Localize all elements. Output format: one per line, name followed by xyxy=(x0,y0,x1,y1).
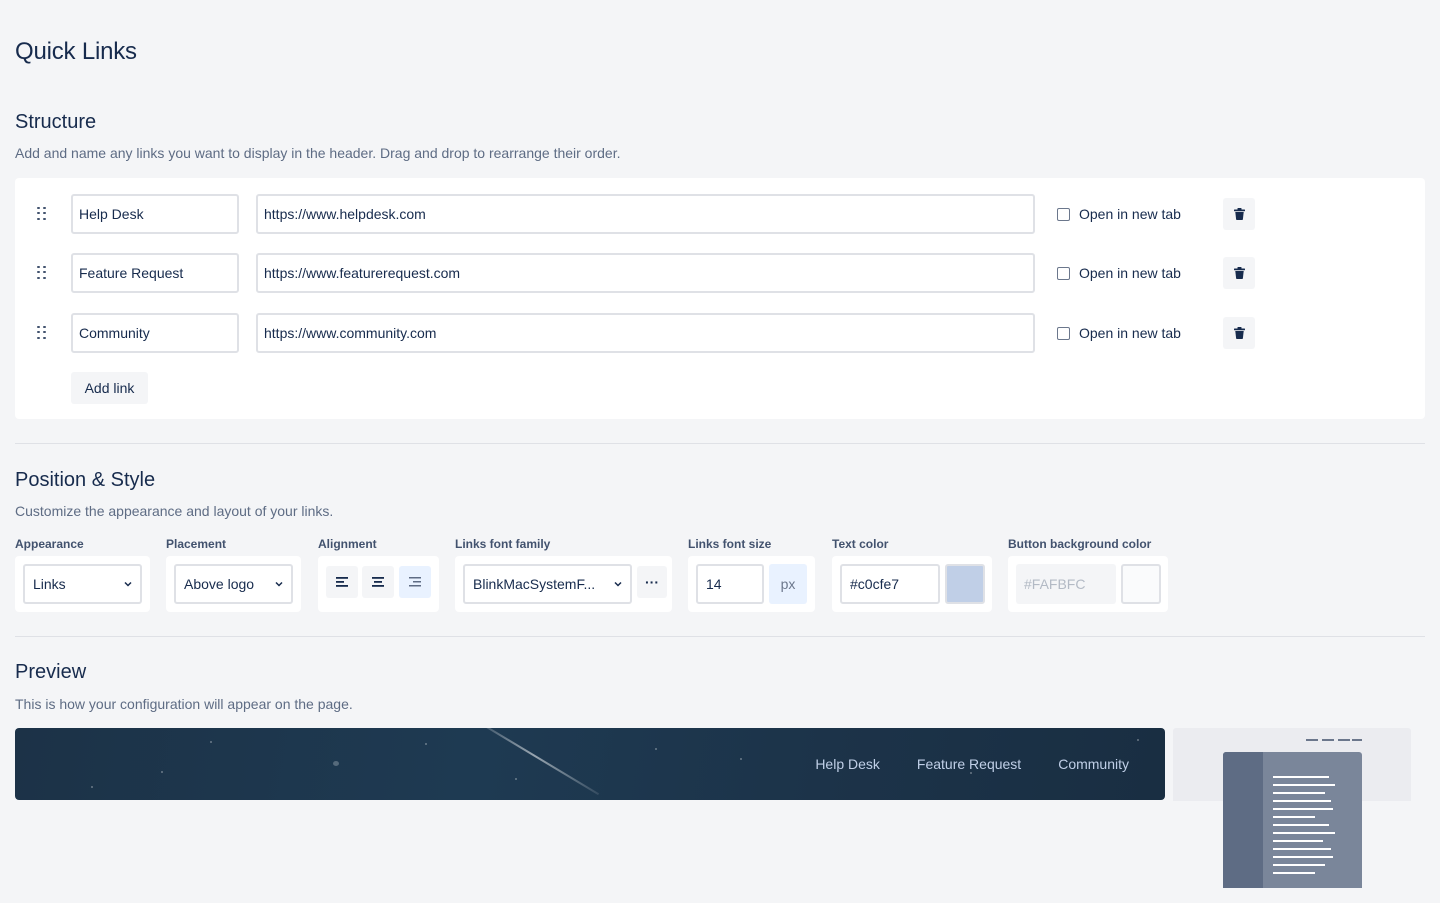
placement-select[interactable]: Above logo xyxy=(174,564,293,604)
text-color-swatch[interactable] xyxy=(945,564,985,604)
open-new-tab-label: Open in new tab xyxy=(1079,206,1181,222)
preview-link-help-desk[interactable]: Help Desk xyxy=(815,756,880,772)
link-row: Feature Request https://www.featurereque… xyxy=(15,253,1425,293)
delete-link-button[interactable] xyxy=(1223,317,1255,349)
open-new-tab-toggle[interactable]: Open in new tab xyxy=(1057,204,1181,224)
align-center-icon xyxy=(372,577,384,587)
font-size-label: Links font size xyxy=(688,537,772,551)
open-new-tab-checkbox[interactable] xyxy=(1057,326,1070,340)
align-right-button[interactable] xyxy=(399,566,431,598)
button-bg-input[interactable]: #FAFBFC xyxy=(1016,564,1116,604)
font-size-card: 14 px xyxy=(688,556,815,612)
font-family-select[interactable]: BlinkMacSystemF... xyxy=(463,564,632,604)
text-color-card: #c0cfe7 xyxy=(832,556,992,612)
placement-card: Above logo xyxy=(166,556,301,612)
structure-title: Structure xyxy=(15,111,97,133)
align-left-icon xyxy=(336,577,348,587)
chevron-down-icon xyxy=(124,581,132,587)
section-divider xyxy=(15,443,1425,444)
style-title: Position & Style xyxy=(15,469,156,491)
drag-handle-icon[interactable] xyxy=(37,207,49,221)
open-new-tab-checkbox[interactable] xyxy=(1057,207,1070,221)
alignment-label: Alignment xyxy=(318,537,377,551)
preview-link-community[interactable]: Community xyxy=(1058,756,1129,772)
button-bg-label: Button background color xyxy=(1008,537,1152,551)
font-family-label: Links font family xyxy=(455,537,551,551)
text-color-value: #c0cfe7 xyxy=(850,576,900,592)
link-name-input[interactable]: Community xyxy=(71,313,239,353)
drag-handle-icon[interactable] xyxy=(37,326,49,340)
font-size-input[interactable]: 14 xyxy=(696,564,764,604)
appearance-value: Links xyxy=(33,576,66,592)
layout-thumbnail xyxy=(1173,728,1411,888)
link-url-input[interactable]: https://www.helpdesk.com xyxy=(256,194,1035,234)
open-new-tab-label: Open in new tab xyxy=(1079,265,1181,281)
more-options-button[interactable]: ··· xyxy=(637,566,667,598)
align-right-icon xyxy=(409,577,421,587)
trash-icon xyxy=(1233,267,1245,279)
page-title: Quick Links xyxy=(15,38,137,65)
appearance-label: Appearance xyxy=(15,537,84,551)
placement-label: Placement xyxy=(166,537,227,551)
drag-handle-icon[interactable] xyxy=(37,266,49,280)
font-family-card: BlinkMacSystemF... ··· xyxy=(455,556,672,612)
section-divider xyxy=(15,636,1425,637)
open-new-tab-checkbox[interactable] xyxy=(1057,266,1070,280)
button-bg-swatch[interactable] xyxy=(1121,564,1161,604)
delete-link-button[interactable] xyxy=(1223,257,1255,289)
delete-link-button[interactable] xyxy=(1223,198,1255,230)
open-new-tab-toggle[interactable]: Open in new tab xyxy=(1057,323,1181,343)
trash-icon xyxy=(1233,208,1245,220)
structure-card: Help Desk https://www.helpdesk.com Open … xyxy=(15,178,1425,419)
chevron-down-icon xyxy=(275,581,283,587)
chevron-down-icon xyxy=(614,581,622,587)
appearance-select[interactable]: Links xyxy=(23,564,142,604)
font-size-unit: px xyxy=(769,564,807,604)
font-family-value: BlinkMacSystemF... xyxy=(473,576,596,592)
preview-description: This is how your configuration will appe… xyxy=(15,696,353,712)
preview-link-feature-request[interactable]: Feature Request xyxy=(917,756,1021,772)
structure-description: Add and name any links you want to displ… xyxy=(15,145,621,161)
meteor-decoration xyxy=(469,728,600,796)
align-left-button[interactable] xyxy=(326,566,358,598)
link-name-input[interactable]: Help Desk xyxy=(71,194,239,234)
style-description: Customize the appearance and layout of y… xyxy=(15,503,334,519)
text-color-label: Text color xyxy=(832,537,889,551)
appearance-card: Links xyxy=(15,556,150,612)
align-center-button[interactable] xyxy=(362,566,394,598)
document-icon xyxy=(1223,752,1362,888)
link-url-input[interactable]: https://www.community.com xyxy=(256,313,1035,353)
link-row: Community https://www.community.com Open… xyxy=(15,313,1425,353)
preview-banner: Help Desk Feature Request Community xyxy=(15,728,1165,800)
open-new-tab-toggle[interactable]: Open in new tab xyxy=(1057,263,1181,283)
preview-links: Help Desk Feature Request Community xyxy=(815,728,1165,800)
font-size-value: 14 xyxy=(706,576,722,592)
open-new-tab-label: Open in new tab xyxy=(1079,325,1181,341)
trash-icon xyxy=(1233,327,1245,339)
text-color-input[interactable]: #c0cfe7 xyxy=(840,564,940,604)
alignment-card xyxy=(318,556,439,612)
link-row: Help Desk https://www.helpdesk.com Open … xyxy=(15,194,1425,234)
placement-value: Above logo xyxy=(184,576,255,592)
add-link-button[interactable]: Add link xyxy=(71,372,148,404)
link-url-input[interactable]: https://www.featurerequest.com xyxy=(256,253,1035,293)
button-bg-card: #FAFBFC xyxy=(1008,556,1168,612)
preview-title: Preview xyxy=(15,661,87,683)
link-name-input[interactable]: Feature Request xyxy=(71,253,239,293)
